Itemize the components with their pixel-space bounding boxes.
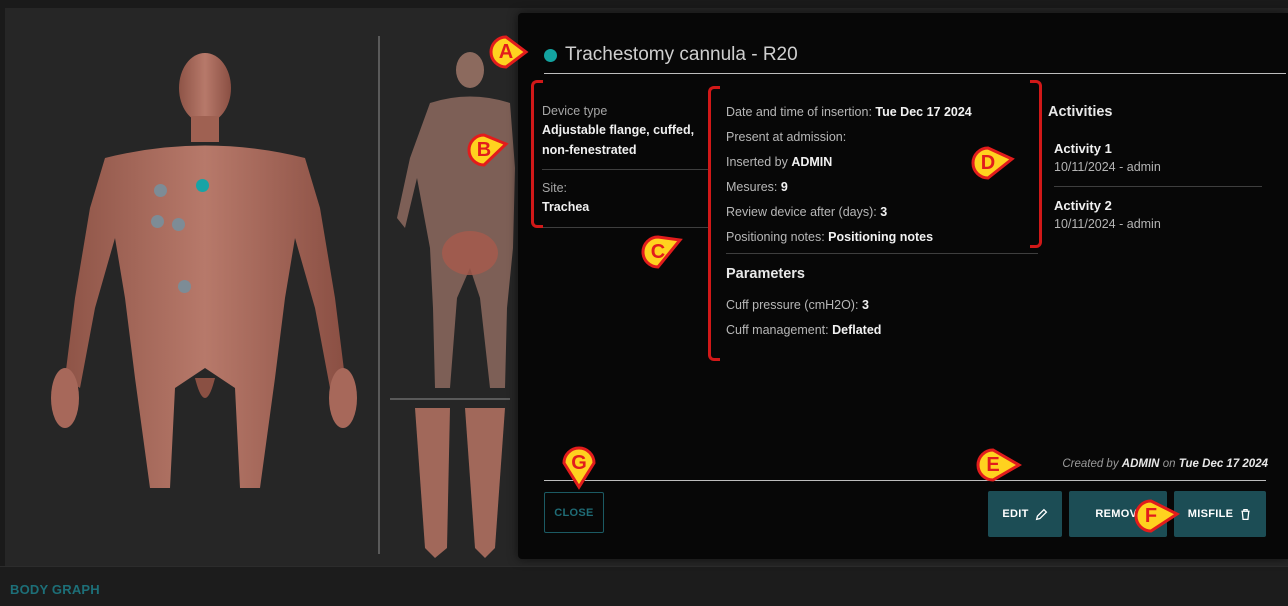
created-info: Created by ADMIN on Tue Dec 17 2024 — [1062, 458, 1268, 470]
pencil-icon — [1035, 508, 1047, 520]
device-type-value: Adjustable flange, cuffed, non-fenestrat… — [542, 123, 695, 157]
legs-figure[interactable] — [405, 408, 515, 558]
divider — [542, 169, 708, 170]
callout-b: B — [466, 132, 509, 168]
annotation-bracket — [708, 86, 720, 361]
activity-name: Activity 2 — [1054, 198, 1112, 213]
notes-row: Positioning notes: Positioning notes — [726, 230, 934, 244]
present-row: Present at admission: — [726, 130, 847, 144]
misfile-button-label: MISFILE — [1187, 508, 1234, 520]
edit-button[interactable]: EDIT — [988, 491, 1062, 537]
device-point[interactable] — [178, 280, 191, 293]
close-button[interactable]: CLOSE — [544, 492, 604, 533]
device-point-selected[interactable] — [196, 179, 209, 192]
front-body-figure[interactable] — [45, 48, 375, 488]
activities-column: Activities Activity 1 10/11/2024 - admin… — [1048, 104, 1268, 241]
cuff-management-row: Cuff management: Deflated — [726, 323, 882, 337]
device-details-modal: Trachestomy cannula - R20 Device type Ad… — [518, 13, 1288, 559]
cuff-pressure-row: Cuff pressure (cmH2O): 3 — [726, 298, 869, 312]
activity-name: Activity 1 — [1054, 141, 1112, 156]
callout-d: D — [970, 145, 1015, 181]
status-dot-icon — [544, 48, 557, 62]
activity-meta: 10/11/2024 - admin — [1054, 160, 1161, 174]
edit-button-label: EDIT — [1002, 508, 1029, 520]
annotation-bracket — [531, 80, 543, 228]
activity-item[interactable]: Activity 2 10/11/2024 - admin — [1048, 197, 1268, 241]
review-row: Review device after (days): 3 — [726, 205, 888, 219]
callout-e: E — [975, 447, 1023, 483]
device-type-label: Device type — [542, 104, 608, 118]
callout-g: G — [561, 445, 597, 490]
device-point[interactable] — [172, 218, 185, 231]
back-body-figure[interactable] — [395, 48, 515, 388]
parameters-heading: Parameters — [726, 266, 805, 282]
title-divider — [544, 73, 1286, 74]
device-column: Device type Adjustable flange, cuffed, n… — [542, 103, 708, 238]
modal-header: Trachestomy cannula - R20 — [544, 43, 798, 67]
modal-title: Trachestomy cannula - R20 — [565, 44, 798, 65]
footer-bar: BODY GRAPH — [0, 566, 1288, 606]
device-point[interactable] — [151, 215, 164, 228]
callout-f: F — [1133, 498, 1181, 534]
body-graph-tab[interactable]: BODY GRAPH — [10, 582, 100, 597]
close-button-label: CLOSE — [554, 506, 594, 519]
app: BODY GRAPH Trachestomy cannula - R20 Dev… — [0, 0, 1288, 606]
annotation-bracket — [1030, 80, 1042, 248]
activity-item[interactable]: Activity 1 10/11/2024 - admin — [1048, 140, 1268, 184]
insertion-row: Date and time of insertion: Tue Dec 17 2… — [726, 105, 972, 119]
divider — [542, 227, 708, 228]
info-column: Date and time of insertion: Tue Dec 17 2… — [726, 103, 1038, 346]
misfile-button[interactable]: MISFILE — [1174, 491, 1266, 537]
site-label: Site: — [542, 181, 568, 195]
device-point[interactable] — [154, 184, 167, 197]
site-value: Trachea — [542, 200, 590, 214]
footer-divider — [544, 480, 1266, 481]
trash-icon — [1241, 508, 1250, 520]
activities-heading: Activities — [1048, 104, 1113, 120]
graph-divider — [378, 36, 380, 554]
callout-a: A — [488, 34, 529, 70]
divider — [726, 253, 1038, 254]
graph-divider — [390, 398, 510, 400]
divider — [1054, 186, 1262, 187]
callout-c: C — [640, 234, 683, 270]
activity-meta: 10/11/2024 - admin — [1054, 217, 1161, 231]
